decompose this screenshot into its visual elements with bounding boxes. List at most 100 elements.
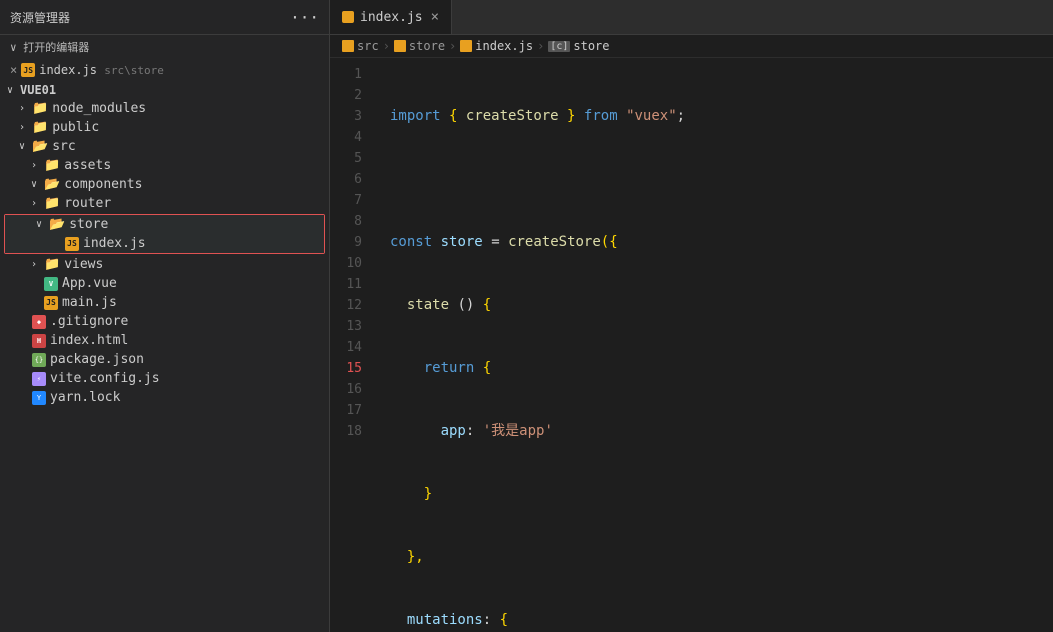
sidebar: ∨ 打开的编辑器 × JS index.js src\store ∨ VUE01… bbox=[0, 35, 330, 632]
tab-label: index.js bbox=[360, 10, 423, 25]
folder-small-icon bbox=[394, 40, 406, 52]
root-label: VUE01 bbox=[20, 83, 56, 97]
no-chevron bbox=[16, 354, 28, 365]
tree-label-store-index: index.js bbox=[83, 236, 146, 251]
tree-label-src: src bbox=[52, 139, 75, 154]
panel-title: 资源管理器 bbox=[10, 9, 290, 26]
open-file-item[interactable]: × JS index.js src\store bbox=[0, 61, 329, 79]
tree-label-store: store bbox=[69, 217, 108, 232]
open-file-name: index.js src\store bbox=[39, 63, 164, 77]
tree-item-yarn-lock[interactable]: Y yarn.lock bbox=[0, 388, 329, 407]
folder-icon: 📁 bbox=[32, 120, 48, 135]
tree-label-assets: assets bbox=[64, 158, 111, 173]
breadcrumb-sep: › bbox=[449, 39, 456, 53]
open-file-path: src\store bbox=[104, 64, 164, 77]
tree-item-views[interactable]: › 📁 views bbox=[0, 255, 329, 274]
line-numbers: 1 2 3 4 5 6 7 8 9 10 11 12 13 14 15 16 1… bbox=[330, 58, 378, 632]
code-line-6: app: '我是app' bbox=[378, 421, 1053, 442]
no-chevron bbox=[49, 238, 61, 249]
code-line-2 bbox=[378, 169, 1053, 190]
breadcrumb-sep: › bbox=[537, 39, 544, 53]
vite-file-icon: ⚡ bbox=[32, 372, 46, 386]
tree-item-vite-config[interactable]: ⚡ vite.config.js bbox=[0, 369, 329, 388]
tree-item-src[interactable]: ∨ 📂 src bbox=[0, 137, 329, 156]
chevron-down-icon: ∨ bbox=[4, 85, 16, 96]
breadcrumb-src: src bbox=[342, 39, 379, 53]
tree-item-node-modules[interactable]: › 📁 node_modules bbox=[0, 99, 329, 118]
tree-label-views: views bbox=[64, 257, 103, 272]
chevron-right-icon: › bbox=[16, 103, 28, 114]
breadcrumb-indexjs: index.js bbox=[460, 39, 533, 53]
tree-item-store-index[interactable]: JS index.js bbox=[5, 234, 324, 253]
open-file-close-btn[interactable]: × bbox=[10, 63, 17, 77]
tree-item-store[interactable]: ∨ 📂 store bbox=[5, 215, 324, 234]
breadcrumb-sep: › bbox=[383, 39, 390, 53]
file-tree: ∨ VUE01 › 📁 node_modules › 📁 public ∨ 📂 … bbox=[0, 81, 329, 632]
editor-area: src › store › index.js › [c] store 1 2 bbox=[330, 35, 1053, 632]
no-chevron bbox=[28, 278, 40, 289]
yarn-file-icon: Y bbox=[32, 391, 46, 405]
tree-item-package-json[interactable]: {} package.json bbox=[0, 350, 329, 369]
tree-item-router[interactable]: › 📁 router bbox=[0, 194, 329, 213]
folder-small-icon bbox=[342, 40, 354, 52]
tree-label-node-modules: node_modules bbox=[52, 101, 146, 116]
tree-label-index-html: index.html bbox=[50, 333, 128, 348]
chevron-right-icon: › bbox=[16, 122, 28, 133]
tree-item-app-vue[interactable]: V App.vue bbox=[0, 274, 329, 293]
tree-label-components: components bbox=[64, 177, 142, 192]
breadcrumb: src › store › index.js › [c] store bbox=[330, 35, 1053, 58]
tab-file-icon bbox=[342, 11, 354, 23]
tree-root[interactable]: ∨ VUE01 bbox=[0, 81, 329, 99]
gitignore-icon: ◆ bbox=[32, 315, 46, 329]
no-chevron bbox=[16, 316, 28, 327]
tree-item-public[interactable]: › 📁 public bbox=[0, 118, 329, 137]
tree-label-vite-config: vite.config.js bbox=[50, 371, 160, 386]
store-highlighted-container: ∨ 📂 store JS index.js bbox=[4, 214, 325, 254]
chevron-right-icon: › bbox=[28, 259, 40, 270]
tree-item-index-html[interactable]: H index.html bbox=[0, 331, 329, 350]
main-area: ∨ 打开的编辑器 × JS index.js src\store ∨ VUE01… bbox=[0, 35, 1053, 632]
tree-item-gitignore[interactable]: ◆ .gitignore bbox=[0, 312, 329, 331]
folder-icon: 📁 bbox=[44, 158, 60, 173]
tree-label-router: router bbox=[64, 196, 111, 211]
code-editor[interactable]: 1 2 3 4 5 6 7 8 9 10 11 12 13 14 15 16 1… bbox=[330, 58, 1053, 632]
chevron-right-icon: › bbox=[28, 198, 40, 209]
open-file-js-icon: JS bbox=[21, 63, 35, 77]
no-chevron bbox=[16, 335, 28, 346]
html-file-icon: H bbox=[32, 334, 46, 348]
folder-open-icon: 📂 bbox=[32, 139, 48, 154]
tree-label-yarn-lock: yarn.lock bbox=[50, 390, 120, 405]
tab-close-button[interactable]: × bbox=[431, 9, 439, 25]
tree-item-assets[interactable]: › 📁 assets bbox=[0, 156, 329, 175]
open-editors-section: ∨ 打开的编辑器 bbox=[0, 35, 329, 59]
file-js-icon: JS bbox=[65, 237, 79, 251]
chevron-right-icon: › bbox=[28, 160, 40, 171]
folder-icon: 📁 bbox=[44, 196, 60, 211]
tree-label-gitignore: .gitignore bbox=[50, 314, 128, 329]
panel-menu-icon[interactable]: ··· bbox=[290, 8, 319, 27]
chevron-down-icon: ∨ bbox=[28, 179, 40, 190]
code-line-4: state () { bbox=[378, 295, 1053, 316]
tree-label-main-js: main.js bbox=[62, 295, 117, 310]
json-file-icon: {} bbox=[32, 353, 46, 367]
tab-bar: index.js × bbox=[330, 0, 1053, 34]
tree-item-main-js[interactable]: JS main.js bbox=[0, 293, 329, 312]
code-content[interactable]: import { createStore } from "vuex"; cons… bbox=[378, 58, 1053, 632]
tree-label-app-vue: App.vue bbox=[62, 276, 117, 291]
code-line-8: }, bbox=[378, 547, 1053, 568]
breadcrumb-store-const: [c] store bbox=[548, 39, 609, 53]
const-icon: [c] bbox=[548, 41, 570, 52]
folder-icon: 📁 bbox=[44, 257, 60, 272]
js-small-icon bbox=[460, 40, 472, 52]
tab-index-js[interactable]: index.js × bbox=[330, 0, 452, 34]
code-line-7: } bbox=[378, 484, 1053, 505]
folder-open-icon: 📂 bbox=[49, 217, 65, 232]
no-chevron bbox=[16, 373, 28, 384]
no-chevron bbox=[16, 392, 28, 403]
code-line-9: mutations: { bbox=[378, 610, 1053, 631]
breadcrumb-store: store bbox=[394, 39, 445, 53]
chevron-down-icon: ∨ bbox=[33, 219, 45, 230]
sidebar-header: 资源管理器 ··· bbox=[0, 0, 330, 34]
file-js-icon: JS bbox=[44, 296, 58, 310]
tree-item-components[interactable]: ∨ 📂 components bbox=[0, 175, 329, 194]
